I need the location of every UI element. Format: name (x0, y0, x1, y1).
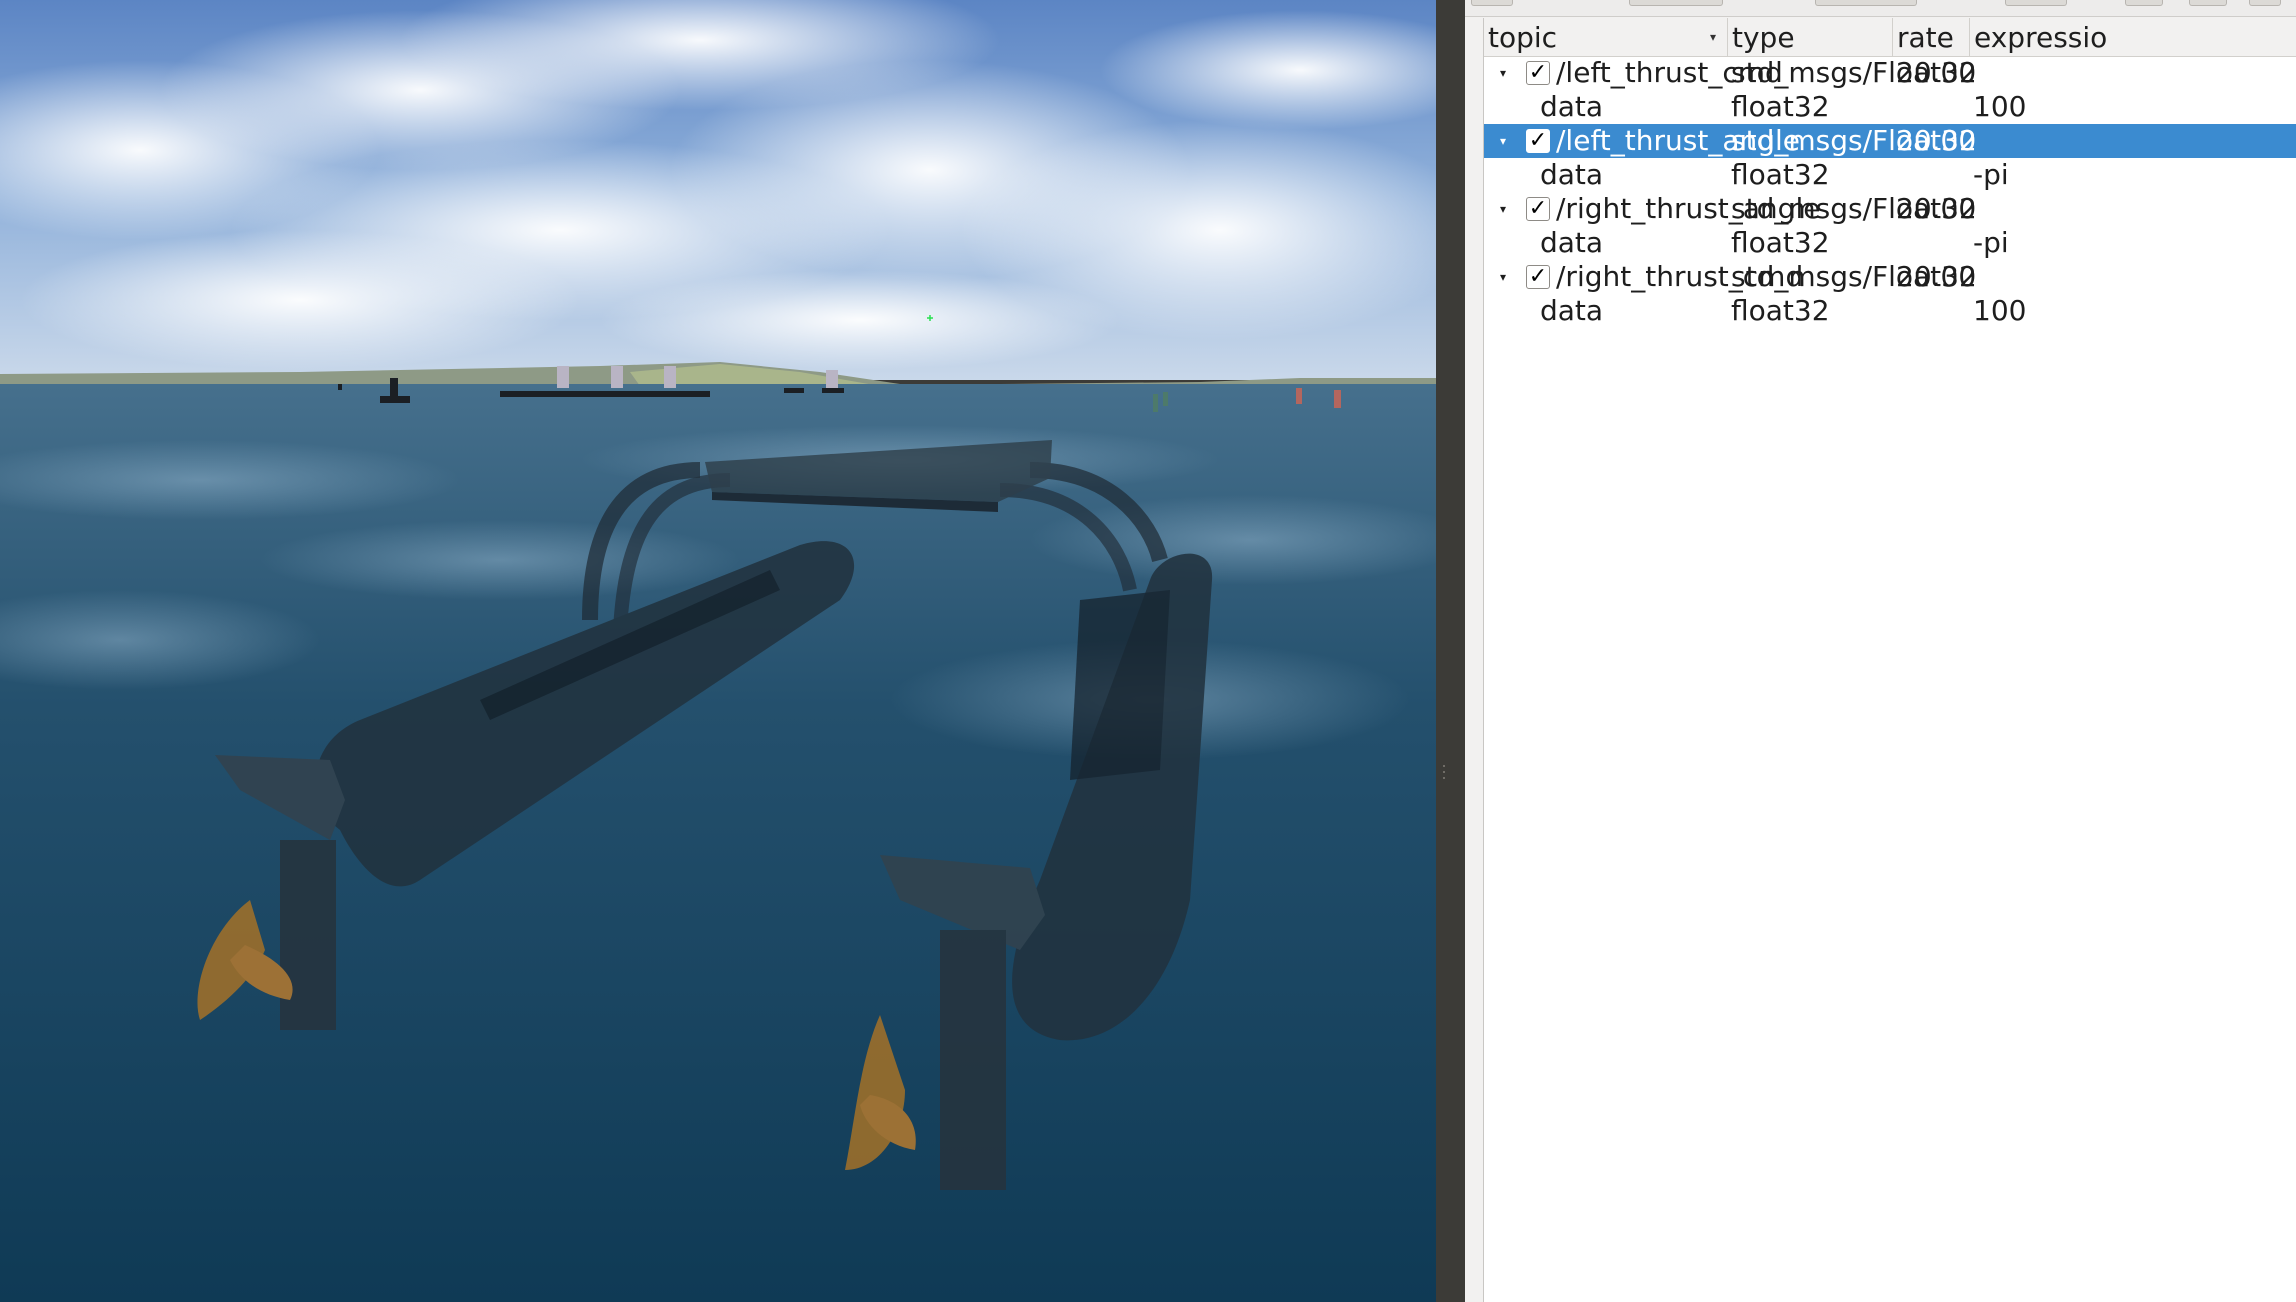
rate-cell: 20.00 (1896, 192, 1977, 225)
enable-checkbox[interactable]: ✓ (1526, 129, 1550, 153)
field-row[interactable]: data float32 -pi (1484, 158, 2296, 192)
panel-toolbar (1465, 0, 2296, 17)
type-cell: float32 (1731, 90, 1830, 123)
field-name: data (1540, 294, 1604, 327)
toolbar-button-stub[interactable] (1471, 0, 1513, 6)
toolbar-button-stub[interactable] (2005, 0, 2067, 6)
field-name: data (1540, 226, 1604, 259)
tree-header: topic ▾ type rate expressio (1484, 18, 2296, 57)
rate-cell: 20.00 (1896, 56, 1977, 89)
topic-row[interactable]: ▾ ✓/right_thrust_angle std_msgs/Float32 20.… (1484, 192, 2296, 226)
enable-checkbox[interactable]: ✓ (1526, 265, 1550, 289)
rate-cell: 20.00 (1896, 260, 1977, 293)
expression-cell[interactable]: -pi (1973, 158, 2009, 192)
expand-arrow-icon[interactable]: ▾ (1500, 124, 1506, 158)
enable-checkbox[interactable]: ✓ (1526, 61, 1550, 85)
toolbar-button-stub[interactable] (2249, 0, 2281, 6)
tree-rows: ▾ ✓/left_thrust_cmd std_msgs/Float32 20.00 d… (1484, 56, 2296, 328)
type-cell: float32 (1731, 226, 1830, 259)
expand-arrow-icon[interactable]: ▾ (1500, 56, 1506, 90)
field-row[interactable]: data float32 -pi (1484, 226, 2296, 260)
topic-publisher-panel: topic ▾ type rate expressio ▾ ✓/left_thru… (1465, 0, 2296, 1302)
toolbar-button-stub[interactable] (1815, 0, 1917, 6)
expression-cell[interactable]: -pi (1973, 226, 2009, 260)
toolbar-button-stub[interactable] (2125, 0, 2163, 6)
type-cell: float32 (1731, 158, 1830, 191)
simulation-viewport[interactable] (0, 0, 1436, 1302)
type-cell: float32 (1731, 294, 1830, 327)
clouds (0, 0, 1436, 370)
field-name: data (1540, 90, 1604, 123)
publisher-tree-view[interactable]: topic ▾ type rate expressio ▾ ✓/left_thru… (1483, 18, 2296, 1302)
field-row[interactable]: data float32 100 (1484, 90, 2296, 124)
toolbar-button-stub[interactable] (2189, 0, 2227, 6)
column-header-rate[interactable]: rate (1893, 18, 1970, 56)
expression-cell[interactable]: 100 (1973, 90, 2026, 124)
expand-arrow-icon[interactable]: ▾ (1500, 192, 1506, 226)
column-header-type[interactable]: type (1728, 18, 1893, 56)
splitter-handle[interactable] (1436, 0, 1465, 1302)
expand-arrow-icon[interactable]: ▾ (1500, 260, 1506, 294)
sort-indicator-icon: ▾ (1710, 30, 1717, 44)
field-row[interactable]: data float32 100 (1484, 294, 2296, 328)
grip-icon (1443, 765, 1445, 779)
topic-row[interactable]: ▾ ✓/left_thrust_cmd std_msgs/Float32 20.00 (1484, 56, 2296, 90)
expression-cell[interactable]: 100 (1973, 294, 2026, 328)
topic-row[interactable]: ▾ ✓/right_thrust_cmd std_msgs/Float32 20.00 (1484, 260, 2296, 294)
column-header-expression[interactable]: expressio (1970, 18, 2296, 56)
field-name: data (1540, 158, 1604, 191)
scene-render (0, 0, 1436, 1302)
toolbar-button-stub[interactable] (1629, 0, 1723, 6)
column-header-topic[interactable]: topic ▾ (1484, 18, 1728, 56)
enable-checkbox[interactable]: ✓ (1526, 197, 1550, 221)
topic-row[interactable]: ▾ ✓/left_thrust_angle std_msgs/Float32 20.0… (1484, 124, 2296, 158)
rate-cell: 20.00 (1896, 124, 1977, 157)
